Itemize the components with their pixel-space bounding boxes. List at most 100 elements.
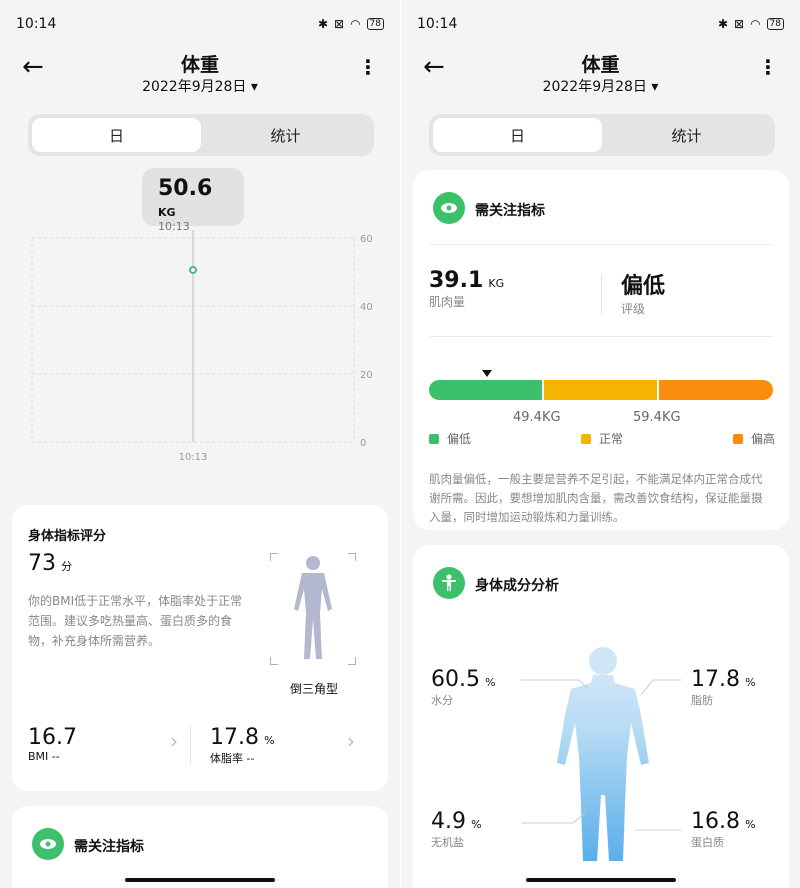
page-title: 体重 [180,54,219,76]
mineral-metric: 4.9 % 无机盐 [431,809,482,849]
status-bar: 10:14 ✱ ⊠ ◠ 78 [417,14,784,34]
tooltip-unit: KG [158,206,176,219]
mineral-value: 4.9 [431,809,466,834]
divider [429,244,773,245]
protein-metric: 16.8 % 蛋白质 [691,809,756,849]
muscle-metric: 39.1 KG 肌肉量 [429,268,504,310]
range-low-segment [429,380,542,400]
score-value: 73 [28,551,56,576]
bluetooth-icon: ✱ [317,17,328,31]
tooltip-value: 50.6 [158,176,213,201]
bluetooth-icon: ✱ [717,17,728,31]
muscle-value: 39.1 [429,268,484,293]
score-unit: 分 [61,560,73,573]
score-title: 身体指标评分 [28,529,107,544]
fat-metric: 17.8 % 脂肪 [691,667,756,707]
body-fat-item[interactable]: 17.8 % 体脂率 -- › [210,725,355,775]
water-value: 60.5 [431,667,480,692]
battery-icon: 78 [366,18,384,30]
more-menu-icon[interactable]: ⋮ [358,56,378,78]
weight-chart[interactable]: 60 40 20 0 10:13 [26,230,386,470]
more-menu-icon[interactable]: ⋮ [758,56,778,78]
legend-swatch [581,433,591,444]
rating-value: 偏低 [621,274,666,299]
attention-card[interactable]: 需关注指标 39.1 KG 肌肉量 偏低 评级 49.4KG 59.4KG 偏低… [413,170,789,530]
right-screen: 10:14 ✱ ⊠ ◠ 78 ← 体重 2022年9月28日 ▾ ⋮ 日 统计 … [400,0,800,888]
mineral-label: 无机盐 [431,836,464,849]
water-metric: 60.5 % 水分 [431,667,496,707]
no-sim-icon: ⊠ [734,17,745,31]
body-fat-unit: % [264,734,275,747]
score-card[interactable]: 身体指标评分 73 分 你的BMI低于正常水平，体脂率处于正常范围。建议多吃热量… [12,505,388,791]
status-time: 10:14 [16,16,57,32]
range-high-segment [659,380,773,400]
eye-icon [32,828,64,860]
muscle-unit: KG [488,277,505,290]
no-sim-icon: ⊠ [334,17,345,31]
date-picker[interactable]: 2022年9月28日 ▾ [0,76,400,96]
wifi-icon: ◠ [750,17,761,31]
chevron-right-icon: › [347,729,355,753]
chevron-down-icon: ▾ [250,79,258,95]
body-silhouette-icon [269,552,357,666]
app-header: ← 体重 2022年9月28日 ▾ ⋮ [0,50,400,98]
bmi-value: 16.7 [28,725,77,750]
tab-stats[interactable]: 统计 [201,118,370,152]
advice-text: 肌肉量偏低，一般主要是营养不足引起，不能满足体内正常合成代谢所需。因此，要想增加… [429,472,763,524]
chevron-right-icon: › [170,729,178,753]
date-picker[interactable]: 2022年9月28日 ▾ [401,76,800,96]
composition-card[interactable]: 身体成分分析 60.5 % 水分 17.8 % 脂肪 4.9 % 无机盐 16.… [413,545,789,888]
tab-day[interactable]: 日 [32,118,201,152]
view-tabs: 日 统计 [429,114,775,156]
divider [601,274,602,314]
body-figure-frame [269,552,357,666]
bmi-item[interactable]: 16.7 BMI -- › [28,725,178,775]
attention-card-preview[interactable]: 需关注指标 [12,806,388,888]
tab-stats[interactable]: 统计 [602,118,771,152]
legend-normal: 正常 [581,430,623,447]
eye-icon [433,192,465,224]
wifi-icon: ◠ [350,17,361,31]
data-point[interactable] [189,265,197,274]
range-marker-icon [482,370,493,377]
range-normal-segment [544,380,657,400]
muscle-range-bar [429,380,773,400]
view-tabs: 日 统计 [28,114,374,156]
rating-label: 评级 [621,302,646,316]
legend-swatch [733,433,743,444]
water-label: 水分 [431,694,453,707]
status-time: 10:14 [417,16,458,32]
y-tick-label: 20 [360,370,373,381]
rating-metric: 偏低 评级 [621,268,665,317]
home-indicator [125,878,275,882]
y-tick-label: 40 [360,302,373,313]
chevron-down-icon: ▾ [651,79,659,95]
app-header: ← 体重 2022年9月28日 ▾ ⋮ [401,50,800,98]
score-description: 你的BMI低于正常水平，体脂率处于正常范围。建议多吃热量高、蛋白质多的食物，补充… [28,594,243,648]
divider [429,336,773,337]
x-tick-label: 10:13 [179,452,208,463]
body-type-label: 倒三角型 [289,682,338,696]
battery-icon: 78 [766,18,784,30]
threshold-high: 59.4KG [633,410,681,425]
attention-title: 需关注指标 [475,203,545,219]
page-title: 体重 [581,54,620,76]
y-tick-label: 0 [360,438,366,449]
bmi-label: BMI -- [28,750,60,763]
protein-label: 蛋白质 [691,836,724,849]
fat-value: 17.8 [691,667,740,692]
fat-label: 脂肪 [691,694,713,707]
left-screen: 10:14 ✱ ⊠ ◠ 78 ← 体重 2022年9月28日 ▾ ⋮ 日 统计 … [0,0,400,888]
tab-day[interactable]: 日 [433,118,602,152]
protein-value: 16.8 [691,809,740,834]
legend-swatch [429,433,439,444]
body-fat-label: 体脂率 -- [210,752,255,765]
status-bar: 10:14 ✱ ⊠ ◠ 78 [16,14,384,34]
divider [190,725,191,765]
muscle-label: 肌肉量 [429,295,466,309]
legend-low: 偏低 [429,430,471,447]
y-tick-label: 60 [360,234,373,245]
threshold-low: 49.4KG [513,410,561,425]
body-fat-value: 17.8 [210,725,259,750]
legend-high: 偏高 [733,430,775,447]
